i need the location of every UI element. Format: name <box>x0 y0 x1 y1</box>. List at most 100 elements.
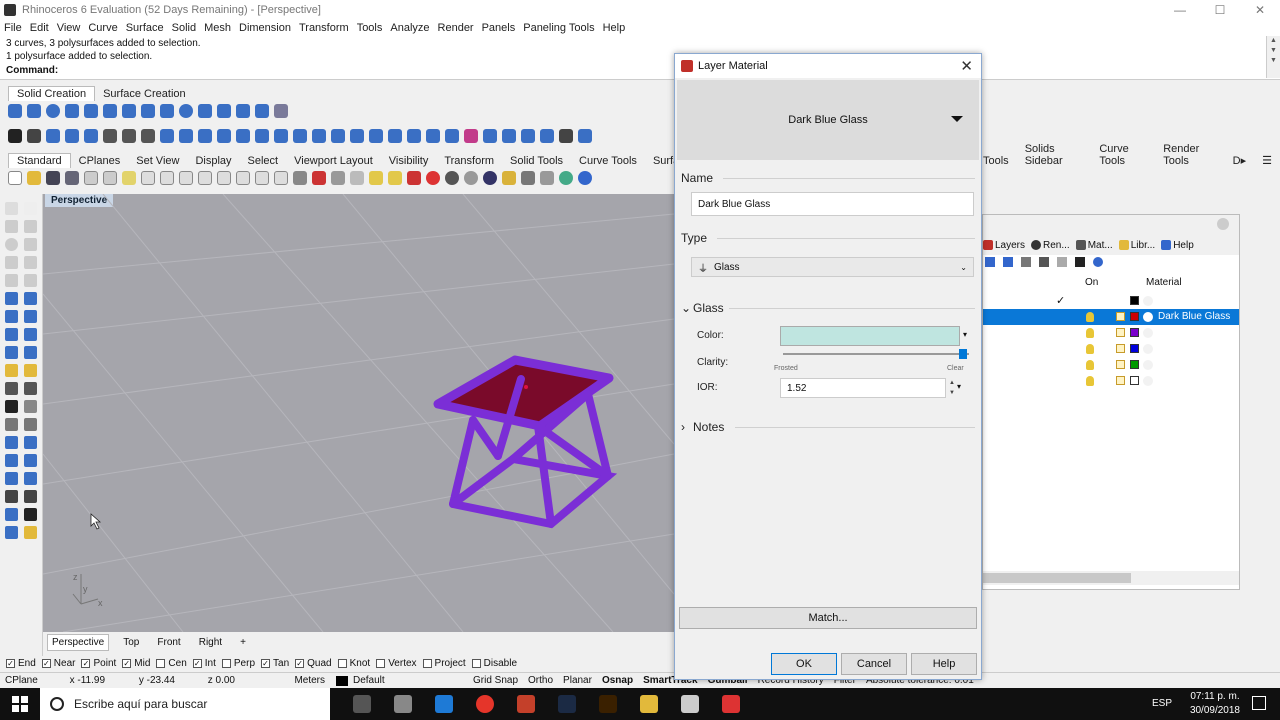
rhino-icon[interactable] <box>27 129 41 143</box>
store-icon[interactable] <box>394 695 412 713</box>
analyze-icon[interactable] <box>24 400 37 413</box>
curve-array-icon[interactable] <box>540 129 554 143</box>
menu-help[interactable]: Help <box>603 22 626 34</box>
checkbox-box[interactable]: ✓ <box>122 658 132 668</box>
ior-input[interactable]: 1.52 <box>780 378 946 398</box>
move-down-icon[interactable] <box>1003 257 1013 267</box>
numbered-icon[interactable] <box>559 129 573 143</box>
layer-row[interactable]: ✓ <box>983 293 1239 309</box>
taskbar-clock[interactable]: 07:11 p. m. 30/09/2018 <box>1190 690 1240 718</box>
check-icon[interactable] <box>8 129 22 143</box>
panel-scrollbar[interactable] <box>983 571 1239 585</box>
menu-curve[interactable]: Curve <box>88 22 117 34</box>
tab-menu-icon[interactable]: ☰ <box>1254 153 1280 168</box>
point-icon[interactable] <box>24 202 37 215</box>
sphere-icon[interactable] <box>46 104 60 118</box>
extrude-surface-icon[interactable] <box>24 292 37 305</box>
tab-set-view[interactable]: Set View <box>128 154 187 168</box>
history-icon[interactable] <box>5 526 18 539</box>
cap-icon[interactable] <box>160 129 174 143</box>
solid-edit-icon[interactable] <box>293 129 307 143</box>
dimension-icon[interactable] <box>5 364 18 377</box>
hole-icon[interactable] <box>407 129 421 143</box>
filter-icon[interactable] <box>1039 257 1049 267</box>
checkbox-box[interactable] <box>221 658 231 668</box>
merge-face-icon[interactable] <box>369 129 383 143</box>
zoom-selected-icon[interactable] <box>255 171 269 185</box>
join-icon[interactable] <box>274 129 288 143</box>
cancel-button[interactable]: Cancel <box>841 653 907 675</box>
explode-icon[interactable] <box>255 129 269 143</box>
unlock-icon[interactable] <box>1116 328 1125 337</box>
select-arrow-icon[interactable] <box>5 202 18 215</box>
fold-face-icon[interactable] <box>350 129 364 143</box>
menu-file[interactable]: File <box>4 22 22 34</box>
ior-spinner[interactable]: ▲ ▼ <box>947 378 957 398</box>
array-tools-icon[interactable] <box>5 472 18 485</box>
osnap-end-checkbox[interactable]: ✓ End <box>6 658 36 669</box>
layer-row[interactable]: Dark Blue Glass <box>983 309 1239 325</box>
rhino-taskbar-icon[interactable] <box>681 695 699 713</box>
select-icon[interactable] <box>331 171 345 185</box>
checkbox-box[interactable]: ✓ <box>81 658 91 668</box>
layer-color-swatch[interactable] <box>1130 360 1139 369</box>
file-explorer-icon[interactable] <box>640 695 658 713</box>
current-layer-check-icon[interactable]: ✓ <box>1056 294 1065 307</box>
viewport-tab-front[interactable]: Front <box>153 635 184 650</box>
checkmark-icon[interactable] <box>24 508 37 521</box>
checkbox-box[interactable]: ✓ <box>41 658 51 668</box>
tab-cplanes[interactable]: CPlanes <box>71 154 129 168</box>
menu-edit[interactable]: Edit <box>30 22 49 34</box>
command-prompt[interactable]: Command: <box>6 65 58 76</box>
curve-icon[interactable] <box>24 220 37 233</box>
tools-layer-icon[interactable] <box>1075 257 1085 267</box>
lock-icon[interactable] <box>388 171 402 185</box>
perspective-viewport[interactable]: Perspective y x z <box>43 194 674 632</box>
mirror-icon[interactable] <box>24 382 37 395</box>
truncated-cone-icon[interactable] <box>122 104 136 118</box>
layer-color-swatch[interactable] <box>1130 344 1139 353</box>
language-indicator[interactable]: ESP <box>1152 698 1172 709</box>
tab-transform[interactable]: Transform <box>436 154 502 168</box>
unlock-icon[interactable] <box>1116 360 1125 369</box>
join-tools-icon[interactable] <box>24 436 37 449</box>
glass-section-label[interactable]: Glass <box>693 301 724 315</box>
material-sphere-icon[interactable] <box>1143 296 1153 306</box>
menu-transform[interactable]: Transform <box>299 22 349 34</box>
panel-close-icon[interactable] <box>1217 218 1229 230</box>
menu-panels[interactable]: Panels <box>482 22 516 34</box>
settings-icon[interactable] <box>521 171 535 185</box>
save-icon[interactable] <box>46 171 60 185</box>
panel-tab-libraries[interactable]: Libr... <box>1118 240 1155 251</box>
panel-tab-render[interactable]: Ren... <box>1031 240 1070 251</box>
osnap-cen-checkbox[interactable]: Cen <box>156 658 187 669</box>
illustrator-icon[interactable] <box>599 695 617 713</box>
menu-solid[interactable]: Solid <box>172 22 196 34</box>
checkbox-box[interactable] <box>422 658 432 668</box>
windows-start-icon[interactable] <box>12 696 28 712</box>
paste-icon[interactable] <box>103 171 117 185</box>
layer-color-swatch[interactable] <box>1130 376 1139 385</box>
glass-color-swatch[interactable] <box>780 326 960 346</box>
zoom-extents-icon[interactable] <box>236 171 250 185</box>
grid-tool-icon[interactable] <box>483 129 497 143</box>
lightbulb-icon[interactable] <box>1086 312 1094 322</box>
glass-collapse-icon[interactable]: ⌄ <box>681 301 691 315</box>
unlock-icon[interactable] <box>1116 312 1125 321</box>
render-sphere-icon[interactable] <box>483 171 497 185</box>
copy-icon[interactable] <box>84 171 98 185</box>
menu-mesh[interactable]: Mesh <box>204 22 231 34</box>
light-tools-icon[interactable] <box>24 346 37 359</box>
tab-visibility[interactable]: Visibility <box>381 154 437 168</box>
light-icon[interactable] <box>502 171 516 185</box>
tab-solid-creation[interactable]: Solid Creation <box>8 86 96 101</box>
material-preview[interactable]: Dark Blue Glass <box>677 80 979 160</box>
maximize-button[interactable]: ☐ <box>1200 0 1240 20</box>
move-up-icon[interactable] <box>985 257 995 267</box>
tab-curve-tools[interactable]: Curve Tools <box>571 154 645 168</box>
close-window-button[interactable]: ✕ <box>1240 0 1280 20</box>
solid-tools-icon[interactable] <box>24 310 37 323</box>
boolean-difference-icon[interactable] <box>65 129 79 143</box>
cone-icon[interactable] <box>103 104 117 118</box>
lightbulb-icon[interactable] <box>369 171 383 185</box>
